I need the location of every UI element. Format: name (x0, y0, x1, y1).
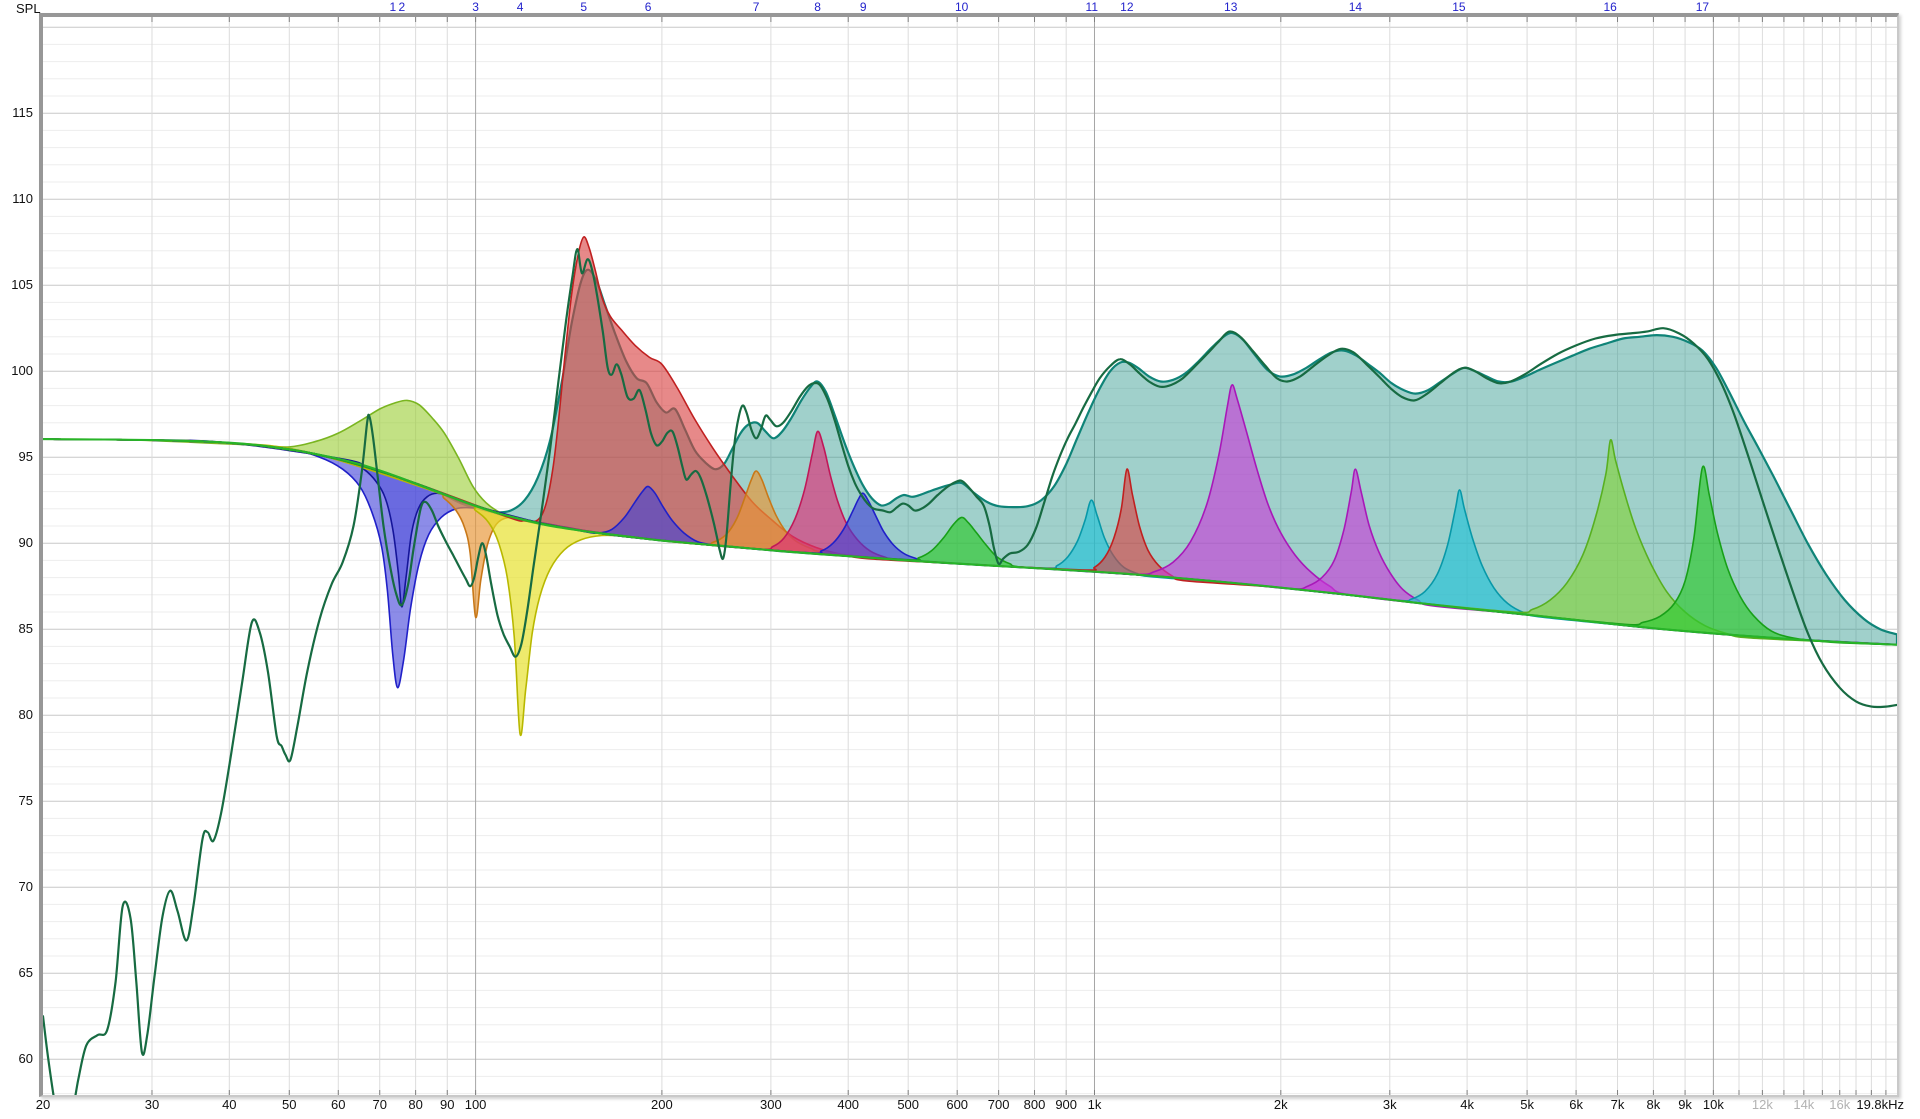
x-tick-label: 14k (1793, 1097, 1814, 1112)
filter-number-label[interactable]: 10 (955, 0, 968, 14)
x-tick-label: 12k (1752, 1097, 1773, 1112)
y-tick-label: 60 (0, 1051, 33, 1066)
spl-eq-chart-window: SPL 1234567891011121314151617 1151101051… (0, 0, 1920, 1119)
x-tick-label: 500 (897, 1097, 919, 1112)
filter-number-label[interactable]: 8 (814, 0, 821, 14)
x-tick-label: 40 (222, 1097, 236, 1112)
x-tick-label: 30 (145, 1097, 159, 1112)
filter-number-label[interactable]: 12 (1120, 0, 1133, 14)
plot-frame (39, 13, 1899, 1097)
x-tick-label: 4k (1460, 1097, 1474, 1112)
x-tick-label: 10k (1703, 1097, 1724, 1112)
x-tick-label: 8k (1647, 1097, 1661, 1112)
filter-number-label[interactable]: 6 (645, 0, 652, 14)
filter-number-label[interactable]: 13 (1224, 0, 1237, 14)
x-tick-label: 300 (760, 1097, 782, 1112)
filter-number-label[interactable]: 3 (472, 0, 479, 14)
y-axis-unit-label: SPL (16, 1, 41, 16)
x-tick-label: 400 (837, 1097, 859, 1112)
y-tick-label: 70 (0, 879, 33, 894)
x-tick-label: 800 (1024, 1097, 1046, 1112)
y-tick-label: 80 (0, 707, 33, 722)
y-tick-label: 65 (0, 965, 33, 980)
x-tick-label: 100 (465, 1097, 487, 1112)
y-tick-label: 85 (0, 621, 33, 636)
filter-number-label[interactable]: 7 (753, 0, 760, 14)
x-tick-label: 80 (408, 1097, 422, 1112)
x-tick-label: 200 (651, 1097, 673, 1112)
plot-area[interactable] (43, 17, 1897, 1095)
y-tick-label: 115 (0, 105, 33, 120)
filter-number-label[interactable]: 16 (1603, 0, 1616, 14)
x-tick-label: 2k (1274, 1097, 1288, 1112)
filter-number-label[interactable]: 4 (517, 0, 524, 14)
y-tick-label: 90 (0, 535, 33, 550)
y-tick-label: 95 (0, 449, 33, 464)
y-tick-label: 110 (0, 191, 33, 206)
x-tick-label: 900 (1055, 1097, 1077, 1112)
x-tick-label: 16k (1829, 1097, 1850, 1112)
x-tick-label: 19.8kHz (1856, 1097, 1904, 1112)
x-tick-label: 90 (440, 1097, 454, 1112)
filter-number-label[interactable]: 11 (1086, 0, 1098, 14)
y-tick-label: 105 (0, 277, 33, 292)
x-tick-label: 5k (1520, 1097, 1534, 1112)
x-tick-label: 9k (1678, 1097, 1692, 1112)
x-tick-label: 20 (36, 1097, 50, 1112)
y-tick-label: 75 (0, 793, 33, 808)
x-tick-label: 3k (1383, 1097, 1397, 1112)
x-tick-label: 60 (331, 1097, 345, 1112)
filter-number-label[interactable]: 5 (580, 0, 587, 14)
x-tick-label: 7k (1611, 1097, 1625, 1112)
y-tick-label: 100 (0, 363, 33, 378)
filter-number-label[interactable]: 14 (1349, 0, 1362, 14)
x-tick-label: 6k (1569, 1097, 1583, 1112)
x-tick-label: 600 (946, 1097, 968, 1112)
x-tick-label: 70 (372, 1097, 386, 1112)
filter-number-label[interactable]: 17 (1696, 0, 1709, 14)
x-tick-label: 50 (282, 1097, 296, 1112)
filter-number-label[interactable]: 15 (1452, 0, 1465, 14)
filter-number-label[interactable]: 9 (860, 0, 867, 14)
x-tick-label: 700 (988, 1097, 1010, 1112)
x-tick-label: 1k (1088, 1097, 1102, 1112)
filter-number-label[interactable]: 1 (389, 0, 396, 14)
filter-number-label[interactable]: 2 (398, 0, 405, 14)
